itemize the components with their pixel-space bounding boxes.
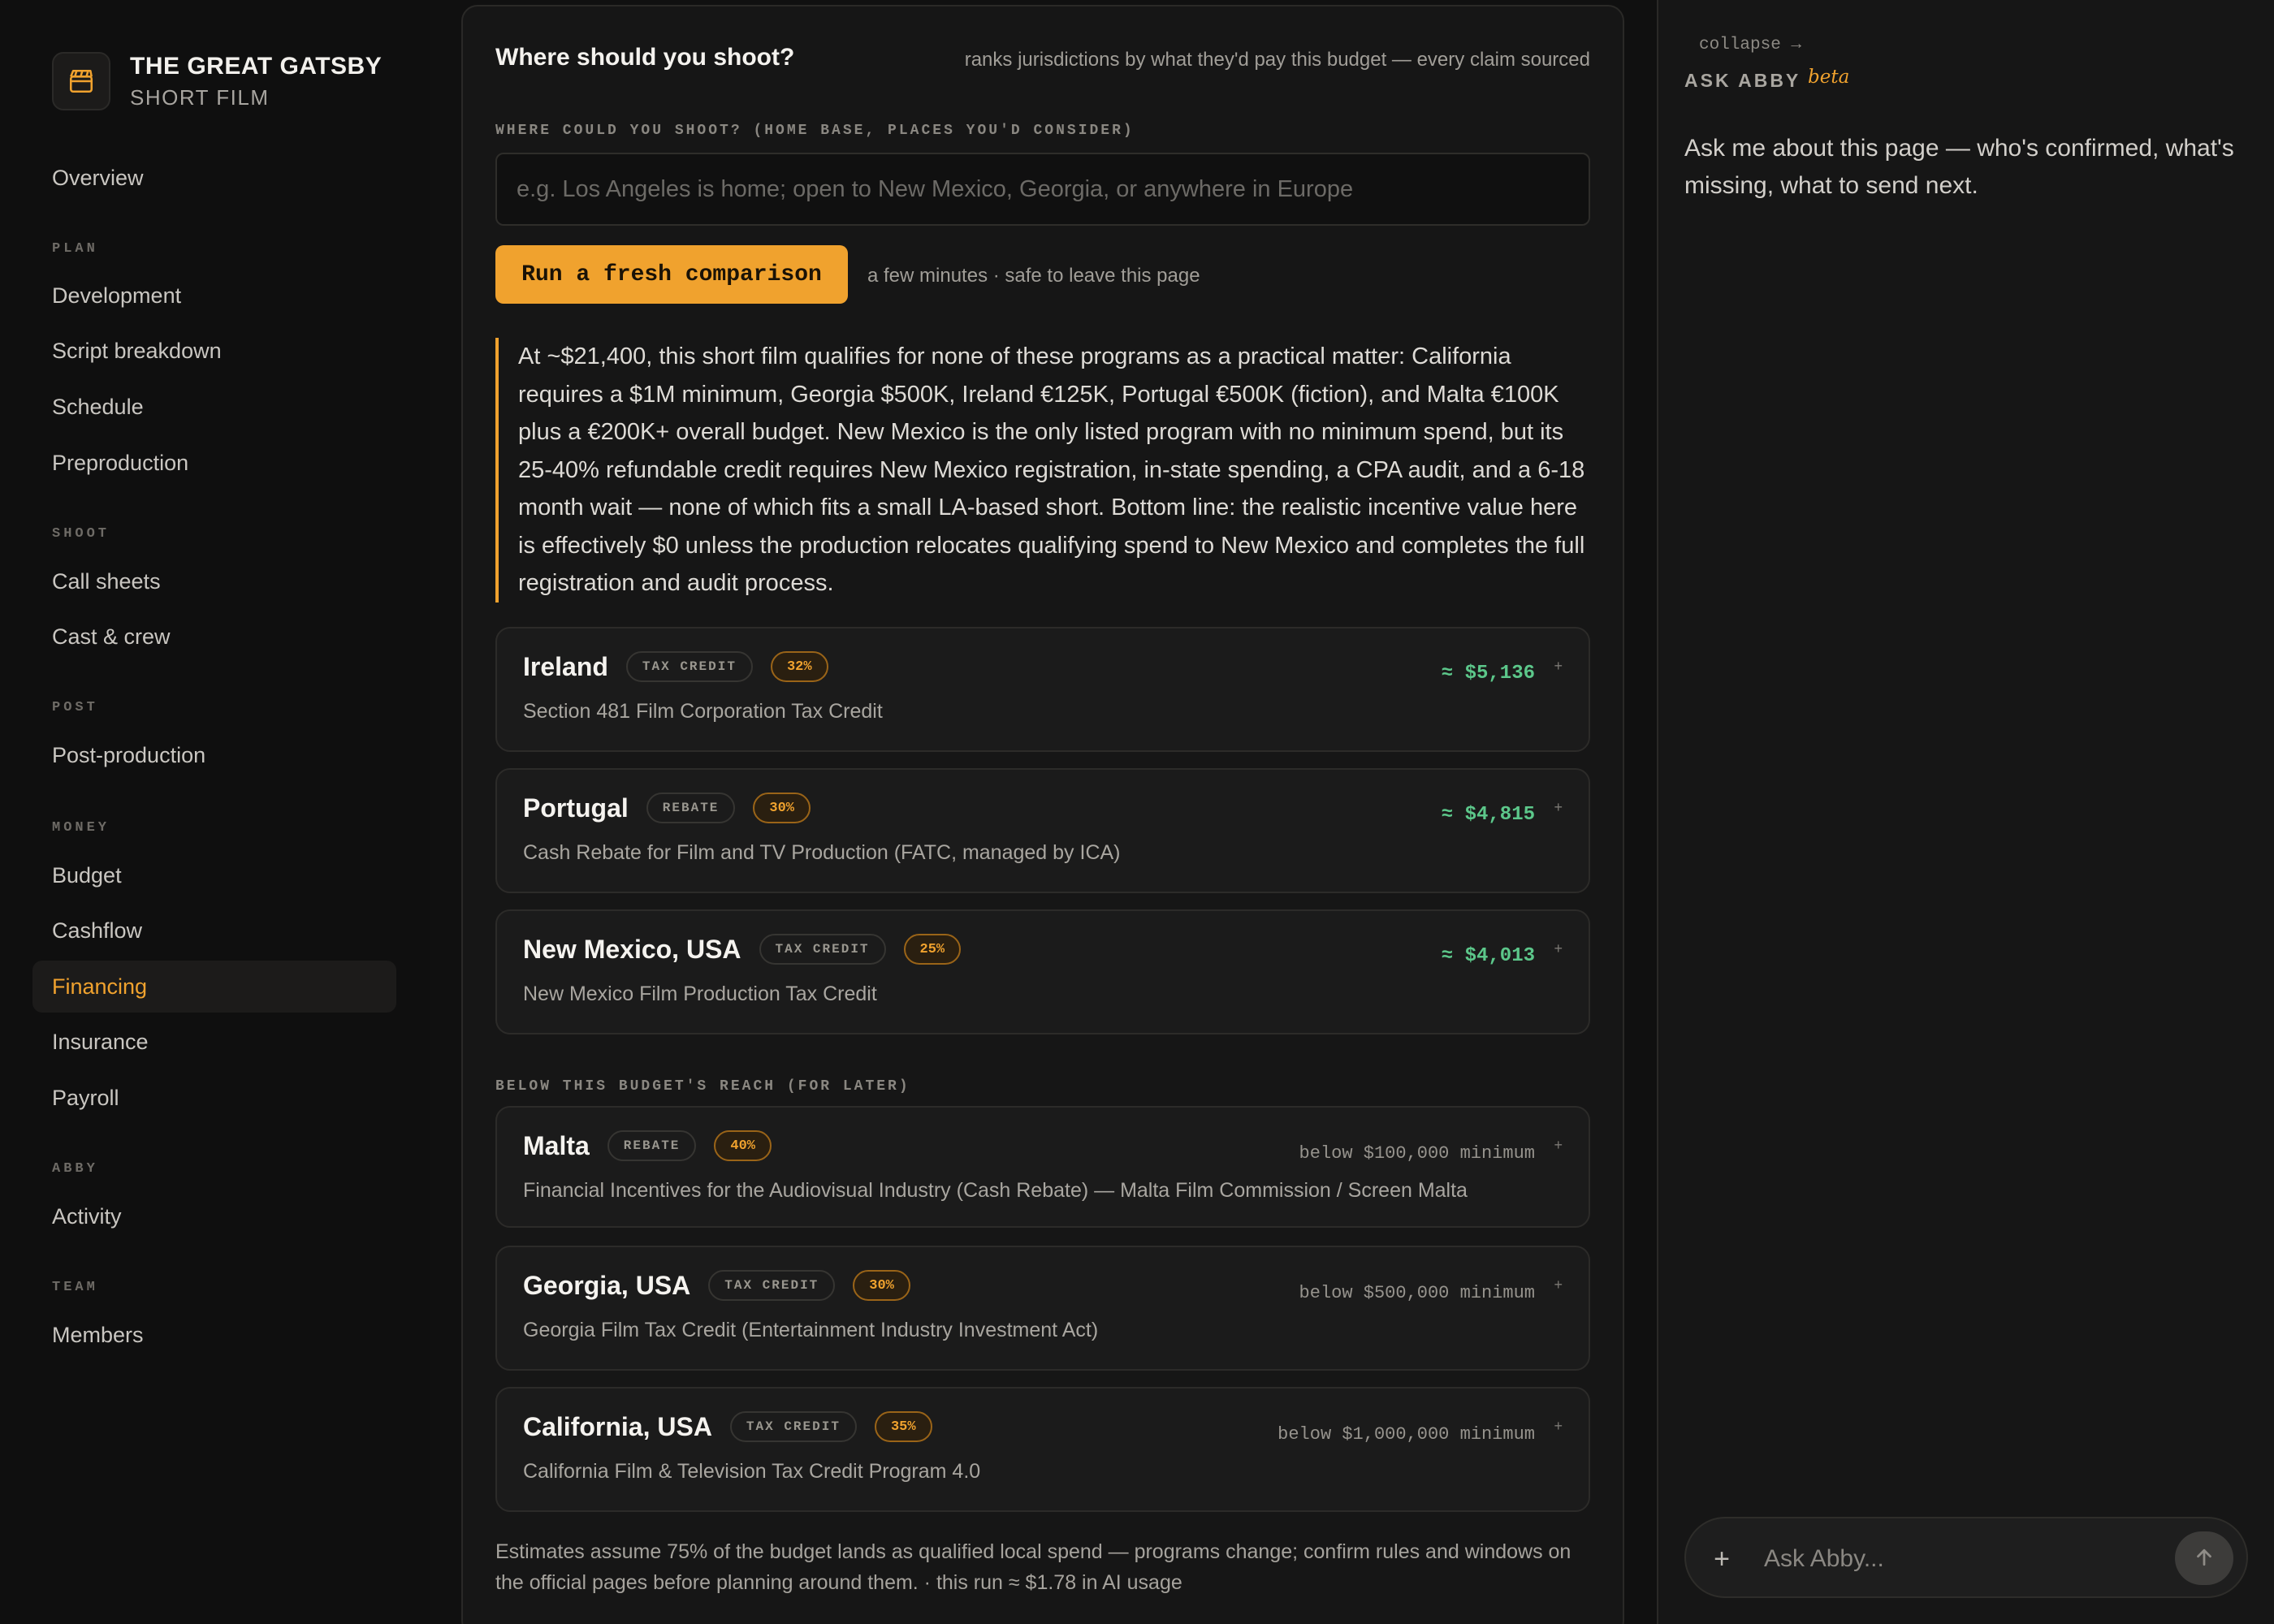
plus-icon[interactable]: + xyxy=(1702,1540,1741,1579)
nav-post-production[interactable]: Post-production xyxy=(32,729,396,781)
nav-insurance[interactable]: Insurance xyxy=(32,1016,396,1068)
nav-script-breakdown[interactable]: Script breakdown xyxy=(32,325,396,377)
nav-section-money: MONEY xyxy=(52,820,110,836)
program-name: California, USA xyxy=(523,1411,712,1441)
program-name: New Mexico, USA xyxy=(523,934,741,964)
program-value: ≈ $4,815 xyxy=(1441,804,1535,826)
program-minimum-note: below $100,000 minimum xyxy=(1299,1143,1535,1164)
program-rate-badge: 40% xyxy=(714,1130,772,1161)
nav-preproduction[interactable]: Preproduction xyxy=(32,437,396,489)
expand-icon[interactable]: + xyxy=(1554,940,1563,957)
expand-icon[interactable]: + xyxy=(1554,1137,1563,1154)
program-minimum-note: below $500,000 minimum xyxy=(1299,1283,1535,1303)
program-card[interactable]: Malta REBATE 40% Financial Incentives fo… xyxy=(495,1106,1590,1228)
summary-text: At ~$21,400, this short film qualifies f… xyxy=(495,338,1590,603)
program-type-badge: REBATE xyxy=(607,1130,697,1161)
program-type-badge: TAX CREDIT xyxy=(729,1411,857,1442)
program-minimum-note: below $1,000,000 minimum xyxy=(1278,1424,1535,1445)
nav-budget[interactable]: Budget xyxy=(32,849,396,901)
program-rate-badge: 25% xyxy=(903,934,962,965)
nav-financing[interactable]: Financing xyxy=(32,961,396,1013)
nav-members[interactable]: Members xyxy=(32,1309,396,1361)
beta-badge: beta xyxy=(1808,67,1850,88)
assistant-composer: + xyxy=(1684,1517,2248,1598)
program-card[interactable]: Georgia, USA TAX CREDIT 30% Georgia Film… xyxy=(495,1246,1590,1371)
sidebar: THE GREAT GATSBY SHORT FILM Overview PLA… xyxy=(0,0,430,1624)
expand-icon[interactable]: + xyxy=(1554,799,1563,816)
program-description: New Mexico Film Production Tax Credit xyxy=(523,983,877,1005)
footnote: Estimates assume 75% of the budget lands… xyxy=(495,1540,1571,1594)
program-description: Section 481 Film Corporation Tax Credit xyxy=(523,700,883,723)
program-type-badge: REBATE xyxy=(646,793,736,823)
program-card[interactable]: New Mexico, USA TAX CREDIT 25% New Mexic… xyxy=(495,909,1590,1034)
clapperboard-icon xyxy=(52,52,110,110)
nav-section-post: POST xyxy=(52,700,98,715)
program-description: Georgia Film Tax Credit (Entertainment I… xyxy=(523,1319,1099,1341)
collapse-button[interactable]: collapse → xyxy=(1684,32,1816,57)
page-subtitle: ranks jurisdictions by what they'd pay t… xyxy=(964,49,1590,71)
brand[interactable]: THE GREAT GATSBY SHORT FILM xyxy=(52,52,382,110)
program-value: ≈ $4,013 xyxy=(1441,945,1535,967)
program-card[interactable]: Portugal REBATE 30% Cash Rebate for Film… xyxy=(495,768,1590,893)
program-description: Cash Rebate for Film and TV Production (… xyxy=(523,841,1121,864)
program-name: Portugal xyxy=(523,793,629,823)
program-rate-badge: 35% xyxy=(874,1411,932,1442)
program-value: ≈ $5,136 xyxy=(1441,663,1535,685)
expand-icon[interactable]: + xyxy=(1554,1276,1563,1294)
assistant-intro: Ask me about this page — who's confirmed… xyxy=(1684,135,2234,199)
nav-cast-crew[interactable]: Cast & crew xyxy=(32,611,396,663)
expand-icon[interactable]: + xyxy=(1554,658,1563,675)
program-rate-badge: 32% xyxy=(770,651,828,682)
run-comparison-button[interactable]: Run a fresh comparison xyxy=(495,245,848,304)
location-input[interactable] xyxy=(495,153,1590,226)
nav-section-shoot: SHOOT xyxy=(52,526,110,542)
page-title: Where should you shoot? xyxy=(495,44,795,71)
nav-schedule[interactable]: Schedule xyxy=(32,381,396,433)
arrow-up-icon xyxy=(2192,1545,2216,1572)
project-title: THE GREAT GATSBY xyxy=(130,52,383,80)
program-description: California Film & Television Tax Credit … xyxy=(523,1460,981,1483)
run-note: a few minutes · safe to leave this page xyxy=(867,265,1200,287)
location-input-label: WHERE COULD YOU SHOOT? (HOME BASE, PLACE… xyxy=(495,123,1135,139)
ask-abby-input[interactable] xyxy=(1764,1538,2138,1580)
nav-section-abby: ABBY xyxy=(52,1161,98,1177)
program-name: Georgia, USA xyxy=(523,1270,691,1300)
program-name: Malta xyxy=(523,1130,590,1160)
program-name: Ireland xyxy=(523,651,608,681)
nav-activity[interactable]: Activity xyxy=(32,1190,396,1242)
nav-development[interactable]: Development xyxy=(32,270,396,322)
program-type-badge: TAX CREDIT xyxy=(759,934,886,965)
nav-payroll[interactable]: Payroll xyxy=(32,1072,396,1124)
send-button[interactable] xyxy=(2175,1531,2233,1585)
program-rate-badge: 30% xyxy=(753,793,811,823)
program-card[interactable]: Ireland TAX CREDIT 32% Section 481 Film … xyxy=(495,627,1590,752)
assistant-panel xyxy=(1657,0,2274,1624)
program-description: Financial Incentives for the Audiovisual… xyxy=(523,1179,1468,1202)
shoot-location-panel: Where should you shoot? ranks jurisdicti… xyxy=(461,5,1624,1624)
program-card[interactable]: California, USA TAX CREDIT 35% Californi… xyxy=(495,1387,1590,1512)
program-type-badge: TAX CREDIT xyxy=(625,651,753,682)
nav-call-sheets[interactable]: Call sheets xyxy=(32,555,396,607)
project-subtitle: SHORT FILM xyxy=(130,84,270,110)
nav-overview[interactable]: Overview xyxy=(32,152,396,204)
expand-icon[interactable]: + xyxy=(1554,1418,1563,1435)
program-type-badge: TAX CREDIT xyxy=(708,1270,836,1301)
nav-cashflow[interactable]: Cashflow xyxy=(32,905,396,957)
assistant-title: ASK ABBY xyxy=(1684,70,1801,91)
nav-section-team: TEAM xyxy=(52,1280,98,1295)
nav-section-plan: PLAN xyxy=(52,241,98,257)
below-reach-label: BELOW THIS BUDGET'S REACH (FOR LATER) xyxy=(495,1078,910,1095)
program-rate-badge: 30% xyxy=(853,1270,910,1301)
